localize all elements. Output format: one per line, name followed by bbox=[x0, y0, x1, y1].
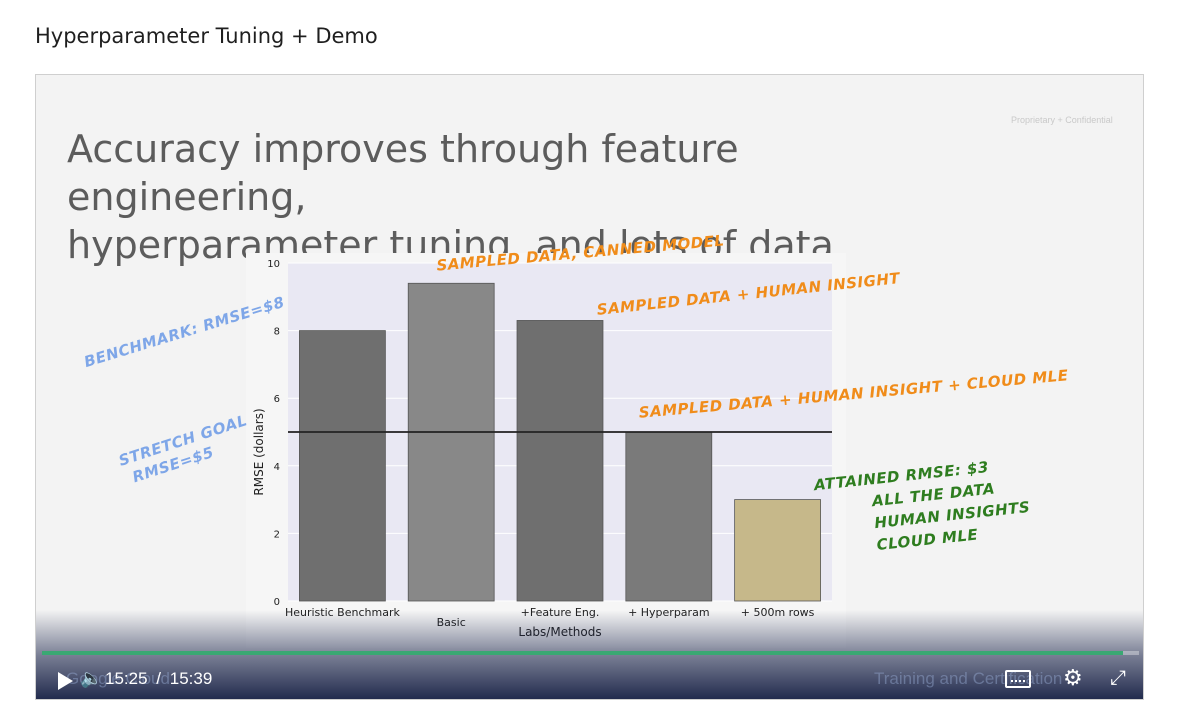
progress-bar[interactable] bbox=[42, 651, 1139, 655]
bar-4 bbox=[734, 499, 821, 602]
y-tick-label-1: 2 bbox=[274, 529, 280, 540]
current-time: 15:25 bbox=[105, 669, 148, 688]
y-tick-label-2: 4 bbox=[274, 462, 280, 473]
time-separator: / bbox=[156, 669, 162, 688]
play-icon[interactable] bbox=[58, 672, 73, 690]
y-tick-label-0: 0 bbox=[274, 597, 280, 608]
bar-2 bbox=[516, 320, 604, 602]
bar-3 bbox=[625, 431, 713, 602]
page-title: Hyperparameter Tuning + Demo bbox=[35, 24, 378, 48]
bar-0 bbox=[299, 330, 386, 602]
y-tick-label-3: 6 bbox=[274, 394, 280, 405]
time-display: 15:25 / 15:39 bbox=[105, 669, 212, 689]
training-watermark: Training and Certification bbox=[874, 669, 1063, 688]
y-tick-label-5: 10 bbox=[267, 259, 280, 270]
y-axis-title: RMSE (dollars) bbox=[252, 408, 266, 495]
captions-icon[interactable] bbox=[1005, 670, 1031, 688]
settings-gear-icon[interactable]: ⚙ bbox=[1063, 665, 1083, 691]
bar-1 bbox=[407, 282, 495, 602]
y-tick-label-4: 8 bbox=[274, 327, 280, 338]
duration: 15:39 bbox=[169, 669, 213, 688]
video-player[interactable]: Proprietary + Confidential Accuracy impr… bbox=[35, 74, 1144, 700]
volume-icon[interactable]: 🔈 bbox=[80, 668, 102, 689]
fullscreen-icon[interactable]: ⤢ bbox=[1110, 667, 1126, 690]
progress-fill bbox=[42, 651, 1123, 655]
